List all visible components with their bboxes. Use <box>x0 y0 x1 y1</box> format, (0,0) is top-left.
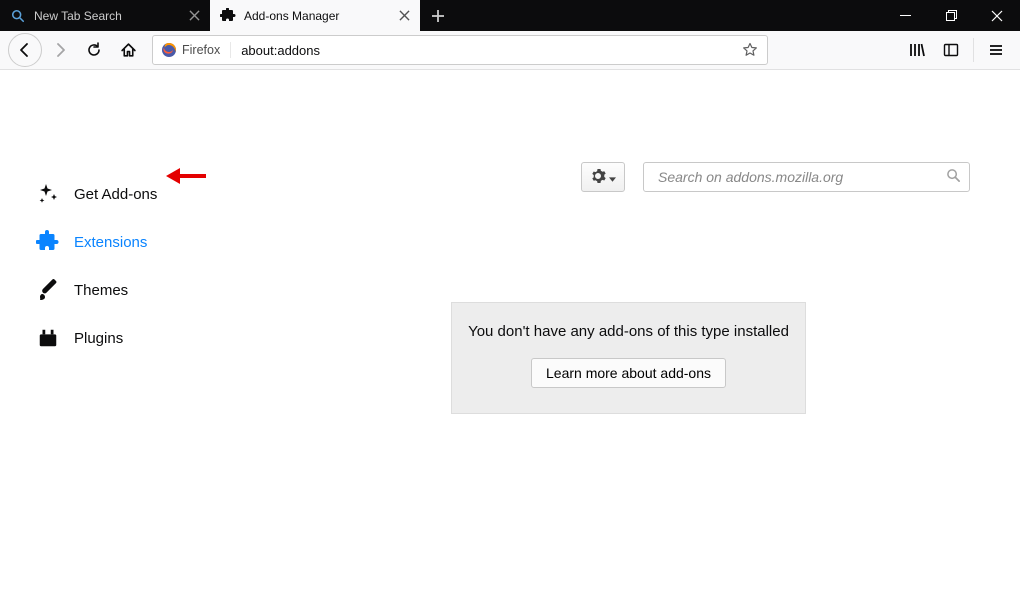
sparkle-icon <box>36 182 60 206</box>
url-bar[interactable]: Firefox <box>152 35 768 65</box>
new-tab-button[interactable] <box>420 0 456 31</box>
brush-icon <box>36 278 60 302</box>
sidebar-item-extensions[interactable]: Extensions <box>36 218 230 266</box>
firefox-icon <box>161 42 177 58</box>
tab-addons-manager[interactable]: Add-ons Manager <box>210 0 420 31</box>
separator <box>973 38 974 62</box>
tabstrip: New Tab Search Add-ons Manager <box>0 0 882 31</box>
library-button[interactable] <box>901 34 933 66</box>
sidebar-item-label: Themes <box>74 282 128 299</box>
url-input[interactable] <box>241 43 737 58</box>
addon-search-box[interactable] <box>643 162 970 192</box>
tools-menu-button[interactable] <box>581 162 625 192</box>
sidebar-item-label: Get Add-ons <box>74 186 157 203</box>
maximize-button[interactable] <box>928 0 974 31</box>
close-icon[interactable] <box>186 8 202 24</box>
tab-label: New Tab Search <box>34 9 180 23</box>
main-panel: You don't have any add-ons of this type … <box>230 70 1020 595</box>
addons-page: Get Add-ons Extensions Themes Plugins <box>0 70 1020 595</box>
learn-more-button[interactable]: Learn more about add-ons <box>531 358 726 388</box>
puzzle-icon <box>36 230 60 254</box>
window-controls <box>882 0 1020 31</box>
categories-sidebar: Get Add-ons Extensions Themes Plugins <box>0 70 230 595</box>
toolbar: Firefox <box>0 31 1020 70</box>
titlebar: New Tab Search Add-ons Manager <box>0 0 1020 31</box>
top-controls <box>581 162 970 192</box>
sidebar-item-plugins[interactable]: Plugins <box>36 314 230 362</box>
tab-label: Add-ons Manager <box>244 9 390 23</box>
empty-addons-panel: You don't have any add-ons of this type … <box>451 302 806 414</box>
plugin-icon <box>36 326 60 350</box>
back-button[interactable] <box>8 33 42 67</box>
sidebar-item-themes[interactable]: Themes <box>36 266 230 314</box>
sidebar-item-get-addons[interactable]: Get Add-ons <box>36 170 230 218</box>
search-icon[interactable] <box>946 168 961 186</box>
sidebar-item-label: Extensions <box>74 234 147 251</box>
tab-newtabsearch[interactable]: New Tab Search <box>0 0 210 31</box>
home-button[interactable] <box>112 34 144 66</box>
chevron-down-icon <box>609 170 616 185</box>
close-button[interactable] <box>974 0 1020 31</box>
gear-icon <box>590 168 606 187</box>
forward-button <box>44 34 76 66</box>
bookmark-star-button[interactable] <box>737 37 763 63</box>
identity-box[interactable]: Firefox <box>161 42 231 58</box>
close-icon[interactable] <box>396 8 412 24</box>
sidebar-item-label: Plugins <box>74 330 123 347</box>
identity-label: Firefox <box>182 43 220 57</box>
reload-button[interactable] <box>78 34 110 66</box>
search-icon <box>10 8 26 24</box>
puzzle-icon <box>220 8 236 24</box>
empty-message: You don't have any add-ons of this type … <box>462 323 795 340</box>
menu-button[interactable] <box>980 34 1012 66</box>
sidebar-button[interactable] <box>935 34 967 66</box>
search-input[interactable] <box>658 169 946 185</box>
minimize-button[interactable] <box>882 0 928 31</box>
